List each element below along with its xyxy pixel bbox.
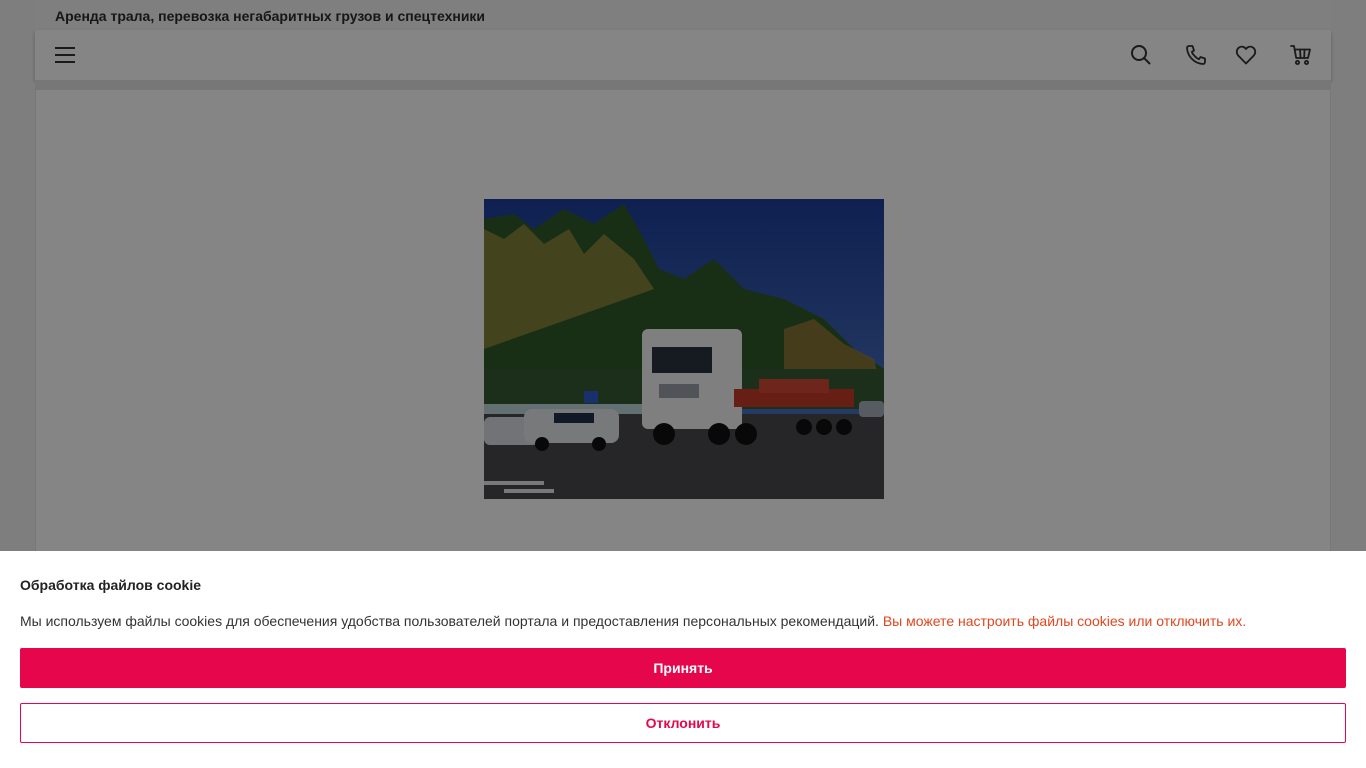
cookie-settings-link[interactable]: Вы можете настроить файлы cookies или от… (883, 613, 1246, 629)
cookie-description: Мы используем файлы cookies для обеспече… (20, 613, 879, 629)
accept-button[interactable]: Принять (20, 648, 1346, 688)
cookie-title: Обработка файлов cookie (20, 577, 202, 593)
cookie-text: Мы используем файлы cookies для обеспече… (20, 613, 1246, 629)
reject-button[interactable]: Отклонить (20, 703, 1346, 743)
cookie-banner: Обработка файлов cookie Мы используем фа… (0, 551, 1366, 768)
